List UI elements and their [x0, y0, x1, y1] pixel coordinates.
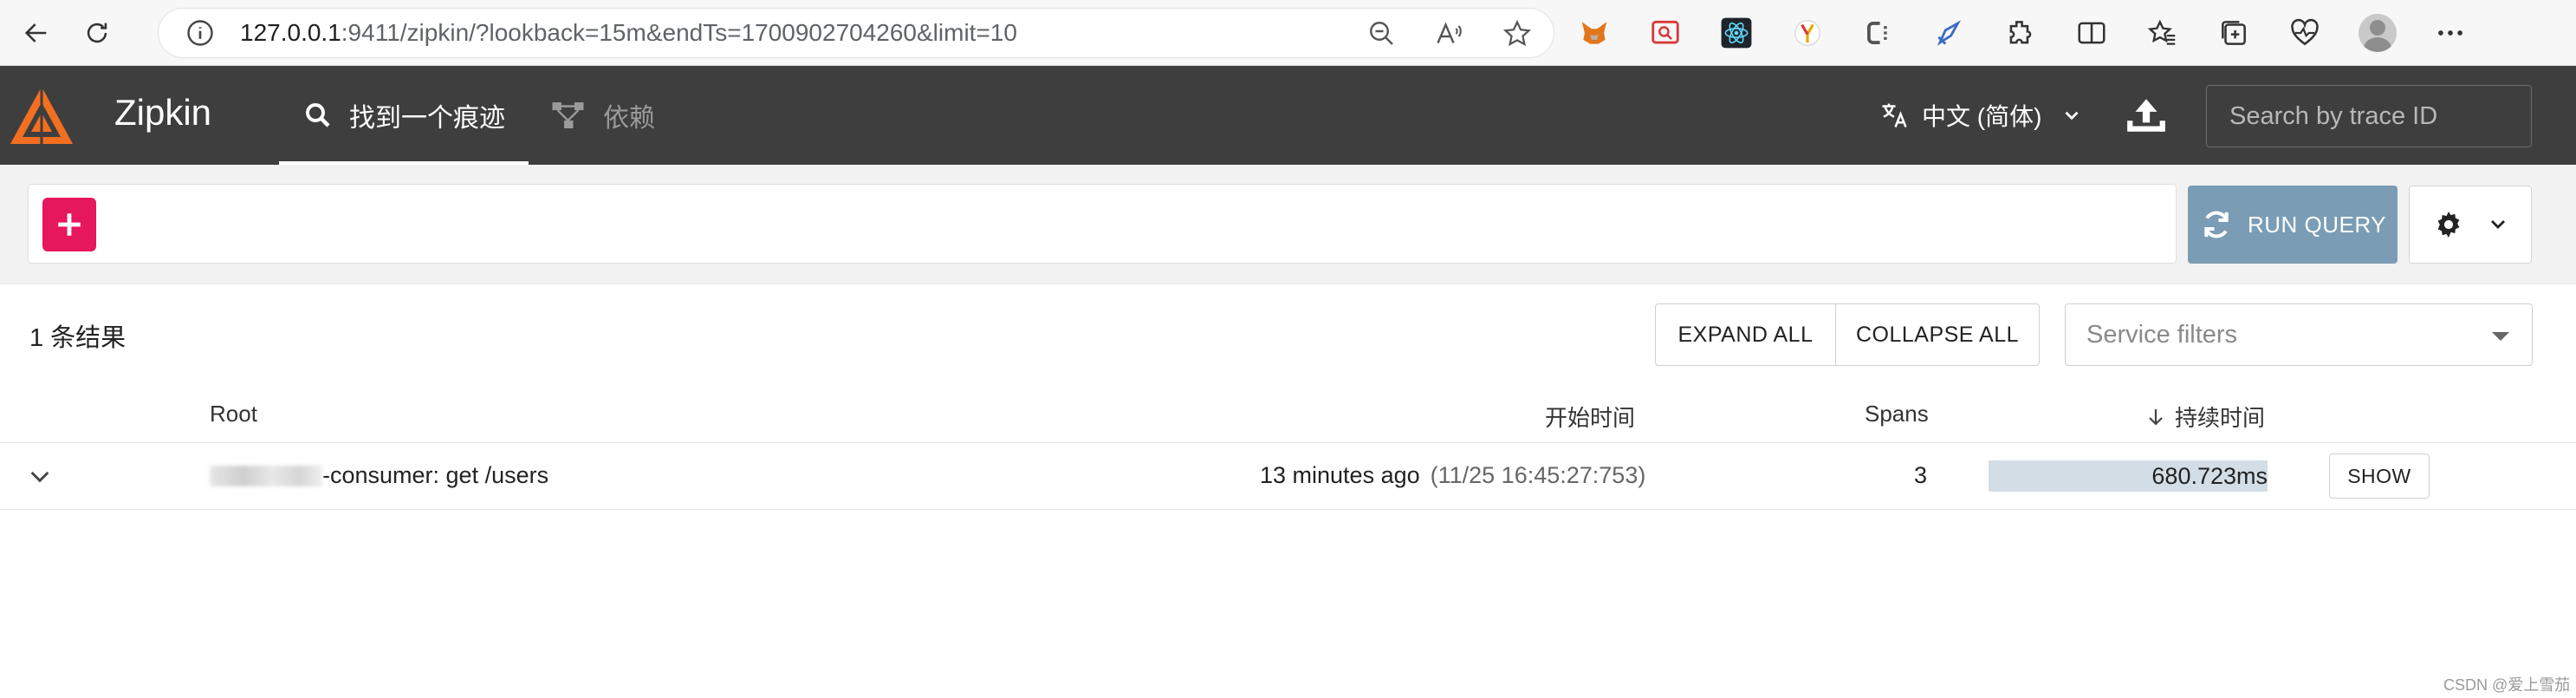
- sort-arrow-down-icon: [2149, 408, 2163, 426]
- column-header-root: Root: [210, 401, 257, 427]
- column-header-duration[interactable]: 持续时间: [2145, 401, 2265, 433]
- expand-collapse-group: EXPAND ALL COLLAPSE ALL: [1655, 303, 2040, 366]
- column-header-start-time[interactable]: 开始时间: [1545, 401, 1635, 433]
- read-aloud-icon[interactable]: [1434, 18, 1465, 49]
- absolute-time: (11/25 16:45:27:753): [1430, 462, 1646, 488]
- trace-span-count: 3: [1913, 462, 1927, 488]
- address-bar[interactable]: 127.0.0.1:9411/zipkin/?lookback=15m&endT…: [158, 8, 1554, 58]
- dropdown-caret-icon: [2492, 332, 2509, 341]
- chevron-down-icon: [2491, 220, 2505, 229]
- duration-value: 680.723ms: [2151, 463, 2268, 489]
- table-row[interactable]: -consumer: get /users 13 minutes ago (11/…: [0, 443, 2576, 509]
- back-arrow-icon[interactable]: [12, 9, 61, 57]
- browser-toolbar: 127.0.0.1:9411/zipkin/?lookback=15m&endT…: [0, 0, 2576, 66]
- metamask-fox-icon[interactable]: [1577, 16, 1612, 50]
- show-trace-button[interactable]: SHOW: [2329, 453, 2430, 499]
- extension-c-icon[interactable]: [1861, 16, 1896, 50]
- info-icon[interactable]: [185, 17, 216, 49]
- browser-health-icon[interactable]: [2287, 16, 2322, 50]
- search-criteria-box[interactable]: [28, 184, 2177, 264]
- add-criteria-button[interactable]: [42, 198, 96, 251]
- zoom-out-icon[interactable]: [1366, 18, 1398, 49]
- column-header-spans[interactable]: Spans: [1865, 401, 1929, 427]
- relative-time: 13 minutes ago: [1260, 462, 1420, 488]
- run-query-button[interactable]: RUN QUERY: [2188, 186, 2398, 264]
- yandex-icon[interactable]: [1790, 16, 1825, 50]
- refresh-icon[interactable]: [73, 9, 121, 57]
- app-title[interactable]: Zipkin: [114, 92, 211, 134]
- expand-row-chevron-icon[interactable]: [26, 462, 54, 490]
- search-icon: [306, 103, 330, 127]
- trace-root-name: -consumer: get /users: [210, 462, 548, 489]
- upload-json-icon[interactable]: [2125, 94, 2168, 137]
- split-screen-icon[interactable]: [2074, 16, 2109, 50]
- table-row-divider: [0, 509, 2576, 510]
- tab-dependencies[interactable]: 依赖: [551, 66, 655, 165]
- profile-avatar-icon[interactable]: [2359, 14, 2397, 52]
- settings-menu-button[interactable]: [2409, 186, 2532, 264]
- tab-dependencies-label: 依赖: [603, 104, 655, 133]
- favorite-star-icon[interactable]: [1502, 18, 1533, 49]
- trace-id-search-input[interactable]: Search by trace ID: [2206, 85, 2532, 147]
- url-text[interactable]: 127.0.0.1:9411/zipkin/?lookback=15m&endT…: [240, 19, 1017, 47]
- language-label: 中文 (简体): [1922, 103, 2042, 130]
- extensions-puzzle-icon[interactable]: [2003, 16, 2038, 50]
- more-menu-icon[interactable]: [2433, 16, 2468, 50]
- language-select[interactable]: 中文 (简体): [1878, 66, 2083, 165]
- service-filters-select[interactable]: Service filters: [2065, 303, 2533, 366]
- refresh-sync-icon: [2204, 211, 2229, 238]
- watermark: CSDN @爱上雪茄: [2443, 676, 2571, 694]
- dependencies-graph-icon: [552, 102, 584, 128]
- favorites-icon[interactable]: [2145, 16, 2180, 50]
- chevron-down-icon: [2065, 111, 2079, 121]
- zipkin-header: Zipkin 找到一个痕迹 依赖 中文 (简体) Search by trace…: [0, 66, 2576, 165]
- column-header-duration-label: 持续时间: [2175, 405, 2266, 431]
- redacted-service-name: [210, 466, 322, 486]
- translate-icon: [1882, 103, 1907, 127]
- tab-find-trace[interactable]: 找到一个痕迹: [279, 66, 529, 165]
- run-query-label: RUN QUERY: [2247, 211, 2387, 238]
- gear-icon: [2437, 211, 2460, 238]
- duration-bar: 680.723ms: [1989, 460, 2268, 492]
- collapse-all-button[interactable]: COLLAPSE ALL: [1836, 304, 2039, 365]
- trace-start-time: 13 minutes ago (11/25 16:45:27:753): [1260, 462, 1645, 489]
- screen-capture-icon[interactable]: [1648, 16, 1683, 50]
- plus-icon: [58, 213, 81, 236]
- zipkin-logo-icon[interactable]: [7, 83, 76, 149]
- collections-icon[interactable]: [2216, 16, 2251, 50]
- react-devtools-icon[interactable]: [1719, 16, 1754, 50]
- rocket-icon[interactable]: [1932, 16, 1967, 50]
- results-count: 1 条结果: [29, 324, 127, 352]
- tab-find-trace-label: 找到一个痕迹: [349, 104, 505, 133]
- service-filters-placeholder: Service filters: [2086, 320, 2238, 349]
- expand-all-button[interactable]: EXPAND ALL: [1656, 304, 1836, 365]
- query-bar: RUN QUERY: [0, 165, 2576, 284]
